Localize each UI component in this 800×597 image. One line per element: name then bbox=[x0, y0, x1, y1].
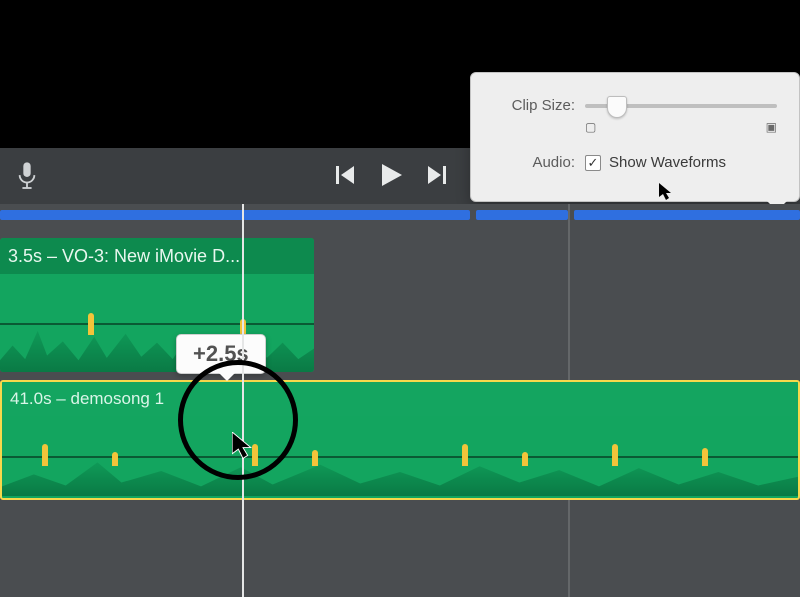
video-track-segment[interactable] bbox=[476, 210, 568, 220]
time-offset-tooltip: +2.5s bbox=[176, 334, 266, 374]
clip-label: 41.0s – demosong 1 bbox=[2, 382, 798, 416]
cursor-icon bbox=[232, 432, 254, 465]
video-track-segment[interactable] bbox=[574, 210, 800, 220]
waveform-peak-icon bbox=[42, 444, 48, 466]
video-track-segment[interactable] bbox=[0, 210, 470, 220]
playback-controls bbox=[336, 162, 446, 188]
waveform-peak-icon bbox=[462, 444, 468, 466]
audio-label: Audio: bbox=[493, 154, 575, 171]
play-button[interactable] bbox=[378, 162, 404, 188]
waveform-peak-icon bbox=[312, 450, 318, 466]
clip-label: 3.5s – VO-3: New iMovie D... bbox=[0, 238, 314, 274]
audio-clip-demosong[interactable]: 41.0s – demosong 1 bbox=[0, 380, 800, 500]
playhead[interactable] bbox=[242, 204, 244, 597]
clip-size-label: Clip Size: bbox=[493, 97, 575, 114]
cursor-icon bbox=[659, 183, 673, 205]
waveform-peak-icon bbox=[88, 313, 94, 335]
tooltip-text: +2.5s bbox=[193, 341, 249, 366]
slider-thumb[interactable] bbox=[607, 96, 627, 118]
waveform-midline bbox=[0, 323, 314, 325]
thumbnail-large-icon: ▣ bbox=[766, 120, 777, 134]
previous-button[interactable] bbox=[336, 164, 356, 186]
waveform-peak-icon bbox=[112, 452, 118, 466]
clip-waveform-area[interactable] bbox=[0, 274, 314, 372]
audio-clip-vo[interactable]: 3.5s – VO-3: New iMovie D... bbox=[0, 238, 314, 372]
waveform-peak-icon bbox=[522, 452, 528, 466]
clip-size-slider[interactable]: ▢ ▣ bbox=[585, 104, 777, 108]
clip-waveform-area[interactable] bbox=[2, 416, 798, 496]
show-waveforms-checkbox[interactable]: ✓ bbox=[585, 155, 601, 171]
waveform-peak-icon bbox=[702, 448, 708, 466]
timeline[interactable]: 3.5s – VO-3: New iMovie D... 41.0s – dem… bbox=[0, 204, 800, 597]
waveform-peak-icon bbox=[612, 444, 618, 466]
thumbnail-small-icon: ▢ bbox=[585, 120, 596, 134]
next-button[interactable] bbox=[426, 164, 446, 186]
show-waveforms-label: Show Waveforms bbox=[609, 154, 726, 171]
microphone-icon[interactable] bbox=[16, 162, 38, 192]
timeline-settings-popover: Clip Size: ▢ ▣ Audio: ✓ Show Waveforms bbox=[470, 72, 800, 202]
waveform-midline bbox=[2, 456, 798, 458]
